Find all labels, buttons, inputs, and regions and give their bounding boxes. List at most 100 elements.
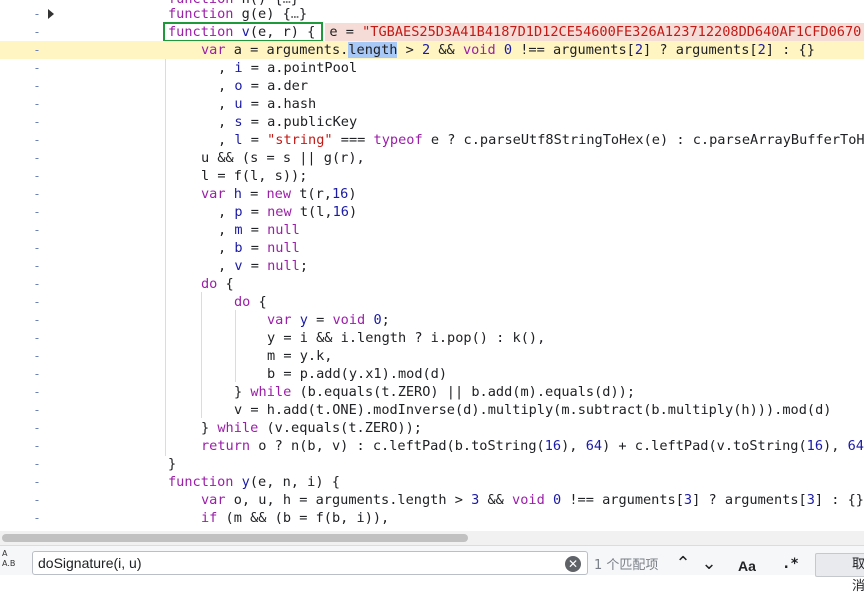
- highlight-box: [163, 22, 323, 42]
- fold-arrow-icon[interactable]: [48, 9, 54, 19]
- code-text: y = i && i.length ? i.pop() : k(),: [267, 330, 546, 346]
- horizontal-scrollbar[interactable]: [0, 531, 864, 545]
- code-text: b = p.add(y.x1).mod(d): [267, 366, 448, 382]
- code-line[interactable]: - m = y.k,: [0, 347, 864, 365]
- code-line[interactable]: - , u = a.hash: [0, 95, 864, 113]
- code-text: , p = new t(l,16): [218, 204, 358, 220]
- code-line[interactable]: - , b = null: [0, 239, 864, 257]
- line-marker[interactable]: -: [31, 95, 43, 113]
- line-marker[interactable]: -: [31, 221, 43, 239]
- paused-line[interactable]: - var a = arguments.length > 2 && void 0…: [0, 41, 864, 59]
- code-line[interactable]: - var y = void 0;: [0, 311, 864, 329]
- regex-button[interactable]: .*: [782, 556, 799, 572]
- line-marker[interactable]: -: [31, 113, 43, 131]
- line-marker[interactable]: -: [31, 257, 43, 275]
- line-marker[interactable]: -: [31, 203, 43, 221]
- code-text: var o, u, h = arguments.length > 3 && vo…: [201, 492, 864, 508]
- search-input[interactable]: [32, 551, 588, 575]
- line-marker[interactable]: -: [31, 41, 43, 59]
- code-line[interactable]: - , i = a.pointPool: [0, 59, 864, 77]
- code-line[interactable]: - , p = new t(l,16): [0, 203, 864, 221]
- scrollbar-thumb[interactable]: [2, 534, 468, 542]
- line-marker[interactable]: -: [31, 419, 43, 437]
- toggle-bottom-label: A.B: [2, 559, 16, 568]
- previous-match-button[interactable]: ⌃: [672, 553, 694, 575]
- code-line[interactable]: - , v = null;: [0, 257, 864, 275]
- line-marker[interactable]: -: [31, 59, 43, 77]
- code-line[interactable]: - b = p.add(y.x1).mod(d): [0, 365, 864, 383]
- code-line[interactable]: - function v(e, r) {e = "TGBAES25D3A41B4…: [0, 23, 864, 41]
- code-line[interactable]: - } while (b.equals(t.ZERO) || b.add(m).…: [0, 383, 864, 401]
- code-text: var a = arguments.length > 2 && void 0 !…: [201, 42, 815, 58]
- code-text: if (m && (b = f(b, i)),: [201, 510, 390, 526]
- code-line[interactable]: - function g(e) {…}: [0, 5, 864, 23]
- code-line[interactable]: - y = i && i.length ? i.pop() : k(),: [0, 329, 864, 347]
- code-text: var h = new t(r,16): [201, 186, 357, 202]
- code-line[interactable]: - var h = new t(r,16): [0, 185, 864, 203]
- code-text: , u = a.hash: [218, 96, 317, 112]
- code-line[interactable]: - }: [0, 455, 864, 473]
- line-marker[interactable]: -: [31, 347, 43, 365]
- chevron-down-icon: ⌄: [701, 553, 717, 574]
- code-line[interactable]: - , m = null: [0, 221, 864, 239]
- line-marker[interactable]: -: [31, 185, 43, 203]
- code-text: , i = a.pointPool: [218, 60, 358, 76]
- clear-search-icon[interactable]: ✕: [565, 556, 581, 572]
- line-marker[interactable]: -: [31, 239, 43, 257]
- code-text: , s = a.publicKey: [218, 114, 358, 130]
- line-marker[interactable]: -: [31, 293, 43, 311]
- line-marker[interactable]: -: [31, 383, 43, 401]
- inline-value-preview: e = "TGBAES25D3A41B4187D1D12CE54600FE326…: [325, 23, 864, 41]
- line-marker[interactable]: -: [31, 5, 43, 23]
- chevron-up-icon: ⌃: [675, 553, 691, 574]
- code-text: , m = null: [218, 222, 300, 238]
- search-bar: A A.B ✕ 1 个匹配项 ⌃ ⌄ Aa .* 取消: [0, 545, 864, 594]
- line-marker[interactable]: -: [31, 167, 43, 185]
- code-editor[interactable]: - function h() {…} - function g(e) {…} -…: [0, 0, 864, 531]
- code-text: v = h.add(t.ONE).modInverse(d).multiply(…: [234, 402, 832, 418]
- line-marker[interactable]: -: [31, 473, 43, 491]
- code-text: m = y.k,: [267, 348, 333, 364]
- cancel-button[interactable]: 取消: [815, 553, 864, 594]
- code-text: , b = null: [218, 240, 300, 256]
- line-marker[interactable]: -: [31, 149, 43, 167]
- code-line[interactable]: - , l = "string" === typeof e ? c.parseU…: [0, 131, 864, 149]
- line-marker[interactable]: -: [31, 455, 43, 473]
- line-marker[interactable]: -: [31, 437, 43, 455]
- code-line[interactable]: - , s = a.publicKey: [0, 113, 864, 131]
- code-line[interactable]: - function y(e, n, i) {: [0, 473, 864, 491]
- line-marker[interactable]: -: [31, 23, 43, 41]
- line-marker[interactable]: -: [31, 329, 43, 347]
- code-text: do {: [201, 276, 234, 292]
- code-line[interactable]: - do {: [0, 293, 864, 311]
- line-marker[interactable]: -: [31, 275, 43, 293]
- line-marker[interactable]: -: [31, 365, 43, 383]
- code-text: do {: [234, 294, 267, 310]
- code-line[interactable]: - return o ? n(b, v) : c.leftPad(b.toStr…: [0, 437, 864, 455]
- code-text: l = f(l, s));: [201, 168, 308, 184]
- line-marker[interactable]: -: [31, 401, 43, 419]
- code-text: }: [168, 456, 177, 472]
- match-case-button[interactable]: Aa: [738, 558, 756, 574]
- line-marker[interactable]: -: [31, 311, 43, 329]
- search-mode-toggle[interactable]: A A.B: [2, 549, 24, 573]
- code-line[interactable]: - l = f(l, s));: [0, 167, 864, 185]
- code-text: var y = void 0;: [267, 312, 390, 328]
- line-marker[interactable]: -: [31, 77, 43, 95]
- code-line[interactable]: - u && (s = s || g(r),: [0, 149, 864, 167]
- next-match-button[interactable]: ⌄: [698, 553, 720, 575]
- code-line[interactable]: - , o = a.der: [0, 77, 864, 95]
- line-marker[interactable]: -: [31, 131, 43, 149]
- toggle-top-label: A: [2, 549, 8, 558]
- code-text: , o = a.der: [218, 78, 309, 94]
- line-marker[interactable]: -: [31, 491, 43, 509]
- code-line[interactable]: - do {: [0, 275, 864, 293]
- line-marker[interactable]: -: [31, 509, 43, 527]
- code-line[interactable]: - v = h.add(t.ONE).modInverse(d).multipl…: [0, 401, 864, 419]
- code-line[interactable]: - var o, u, h = arguments.length > 3 && …: [0, 491, 864, 509]
- code-text: } while (b.equals(t.ZERO) || b.add(m).eq…: [234, 384, 636, 400]
- code-line[interactable]: - if (m && (b = f(b, i)),: [0, 509, 864, 527]
- match-count: 1 个匹配项: [594, 558, 659, 573]
- code-text: function y(e, n, i) {: [168, 474, 340, 490]
- code-line[interactable]: - } while (v.equals(t.ZERO));: [0, 419, 864, 437]
